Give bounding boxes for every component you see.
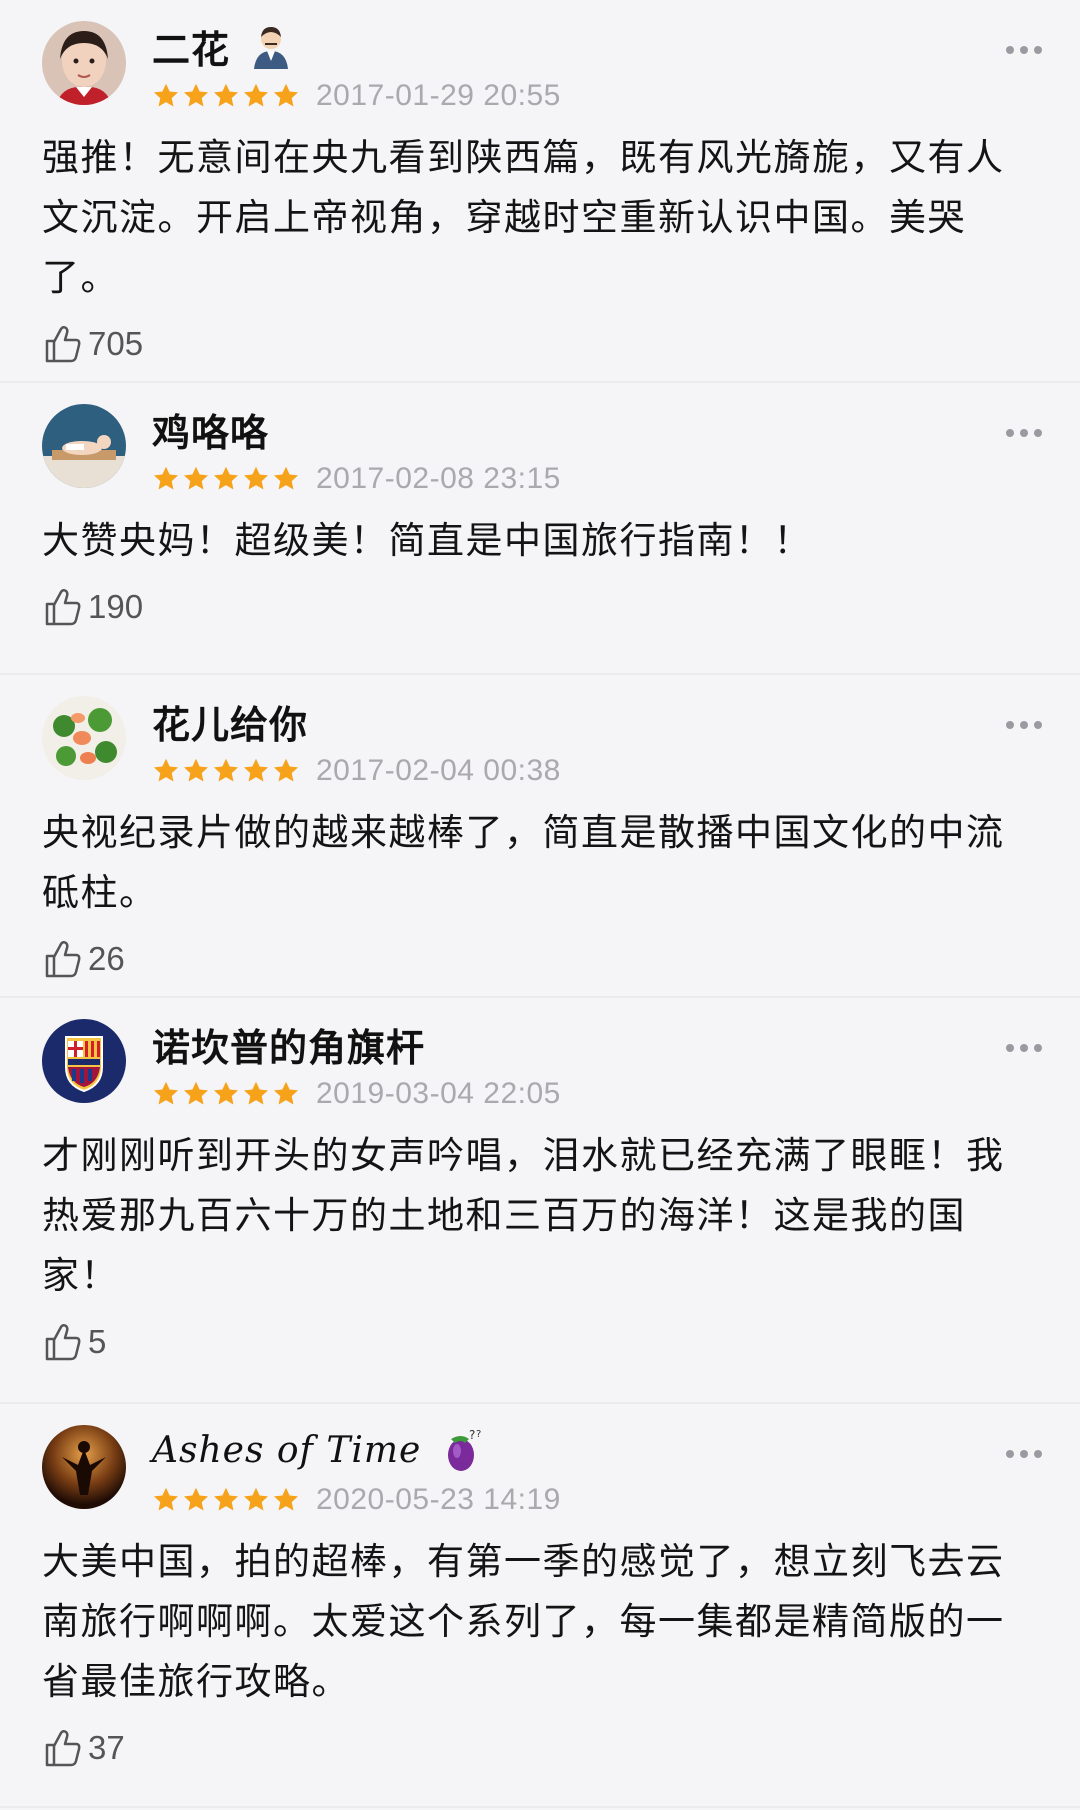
thumbs-up-icon <box>42 1321 84 1363</box>
thumbs-up-icon <box>42 1727 84 1769</box>
star-icon <box>242 1080 270 1108</box>
review-header: Ashes of Time ? ? 2020-05-23 14:19 <box>42 1424 1044 1520</box>
review-list: 二花 2017-01-29 20:55 强推！无意间在央九看到陕西篇，既有风光旖… <box>0 0 1080 1808</box>
thumbs-up-icon <box>42 938 84 980</box>
like-count: 190 <box>88 588 144 625</box>
review-header: 诺坎普的角旗杆 2019-03-04 22:05 <box>42 1018 1044 1114</box>
like-button[interactable]: 190 <box>42 583 1044 631</box>
user-name[interactable]: Ashes of Time <box>152 1430 421 1471</box>
star-rating <box>152 757 302 785</box>
eggplant-emoji-icon: ? ? <box>439 1427 485 1473</box>
avatar[interactable] <box>42 21 126 105</box>
star-icon <box>182 82 210 110</box>
review-text: 大赞央妈！超级美！简直是中国旅行指南！！ <box>42 519 812 562</box>
star-icon <box>182 465 210 493</box>
review-meta: 花儿给你 2017-02-04 00:38 <box>152 695 1044 793</box>
star-icon <box>152 757 180 785</box>
like-button[interactable]: 26 <box>42 935 1044 983</box>
star-icon <box>152 1080 180 1108</box>
like-count: 5 <box>88 1323 107 1360</box>
more-options-icon[interactable] <box>1006 46 1042 54</box>
star-icon <box>242 465 270 493</box>
review-item: 花儿给你 2017-02-04 00:38 央视纪录片做的越来越棒了，简直是散播… <box>0 675 1080 998</box>
svg-text:?: ? <box>469 1428 475 1442</box>
review-item: 鸡咯咯 2017-02-08 23:15 大赞央妈！超级美！简直是中国旅行指南！… <box>0 383 1080 675</box>
star-icon <box>212 1080 240 1108</box>
user-name[interactable]: 花儿给你 <box>152 694 308 749</box>
review-date: 2017-02-04 00:38 <box>316 754 561 787</box>
like-button[interactable]: 37 <box>42 1724 1044 1772</box>
star-icon <box>242 757 270 785</box>
more-options-icon[interactable] <box>1006 1044 1042 1052</box>
star-rating <box>152 465 302 493</box>
review-text: 大美中国，拍的超棒，有第一季的感觉了，想立刻飞去云南旅行啊啊啊。太爱这个系列了，… <box>42 1540 1005 1703</box>
star-icon <box>272 757 300 785</box>
svg-text:?: ? <box>476 1429 481 1440</box>
star-icon <box>182 1486 210 1514</box>
review-meta: 鸡咯咯 2017-02-08 23:15 <box>152 403 1044 501</box>
review-date: 2017-01-29 20:55 <box>316 79 561 112</box>
review-item: Ashes of Time ? ? 2020-05-23 14:19 大美中国，… <box>0 1404 1080 1808</box>
star-rating <box>152 82 302 110</box>
review-header: 花儿给你 2017-02-04 00:38 <box>42 695 1044 791</box>
avatar[interactable] <box>42 696 126 780</box>
star-rating <box>152 1486 302 1514</box>
avatar[interactable] <box>42 1425 126 1509</box>
avatar[interactable] <box>42 404 126 488</box>
like-count: 705 <box>88 325 144 362</box>
thumbs-up-icon <box>42 586 84 628</box>
star-icon <box>152 1486 180 1514</box>
like-button[interactable]: 705 <box>42 320 1044 368</box>
like-count: 37 <box>88 1729 125 1766</box>
review-meta: Ashes of Time ? ? 2020-05-23 14:19 <box>152 1424 1044 1522</box>
star-icon <box>212 465 240 493</box>
star-icon <box>272 1486 300 1514</box>
star-icon <box>182 757 210 785</box>
more-options-icon[interactable] <box>1006 1450 1042 1458</box>
user-name[interactable]: 鸡咯咯 <box>152 402 269 457</box>
review-header: 鸡咯咯 2017-02-08 23:15 <box>42 403 1044 499</box>
star-icon <box>272 82 300 110</box>
star-icon <box>272 1080 300 1108</box>
avatar[interactable] <box>42 1019 126 1103</box>
star-icon <box>152 465 180 493</box>
review-text: 央视纪录片做的越来越棒了，简直是散播中国文化的中流砥柱。 <box>42 811 1005 914</box>
star-icon <box>242 1486 270 1514</box>
star-icon <box>182 1080 210 1108</box>
star-icon <box>152 82 180 110</box>
star-icon <box>212 1486 240 1514</box>
review-date: 2017-02-08 23:15 <box>316 462 561 495</box>
star-icon <box>272 465 300 493</box>
review-date: 2020-05-23 14:19 <box>316 1483 561 1516</box>
review-item: 诺坎普的角旗杆 2019-03-04 22:05 才刚刚听到开头的女声吟唱，泪水… <box>0 998 1080 1404</box>
review-text: 才刚刚听到开头的女声吟唱，泪水就已经充满了眼眶！我热爱那九百六十万的土地和三百万… <box>42 1134 1005 1297</box>
star-icon <box>242 82 270 110</box>
star-icon <box>212 757 240 785</box>
more-options-icon[interactable] <box>1006 429 1042 437</box>
review-date: 2019-03-04 22:05 <box>316 1077 561 1110</box>
review-header: 二花 2017-01-29 20:55 <box>42 20 1044 116</box>
like-button[interactable]: 5 <box>42 1318 1044 1366</box>
review-text: 强推！无意间在央九看到陕西篇，既有风光旖旎，又有人文沉淀。开启上帝视角，穿越时空… <box>42 136 1005 299</box>
review-meta: 诺坎普的角旗杆 2019-03-04 22:05 <box>152 1018 1044 1116</box>
man-emoji-icon <box>248 23 294 69</box>
more-options-icon[interactable] <box>1006 721 1042 729</box>
user-name[interactable]: 二花 <box>152 19 230 74</box>
thumbs-up-icon <box>42 323 84 365</box>
review-meta: 二花 2017-01-29 20:55 <box>152 20 1044 118</box>
star-icon <box>212 82 240 110</box>
review-item: 二花 2017-01-29 20:55 强推！无意间在央九看到陕西篇，既有风光旖… <box>0 0 1080 383</box>
user-name[interactable]: 诺坎普的角旗杆 <box>152 1017 425 1072</box>
like-count: 26 <box>88 940 125 977</box>
star-rating <box>152 1080 302 1108</box>
